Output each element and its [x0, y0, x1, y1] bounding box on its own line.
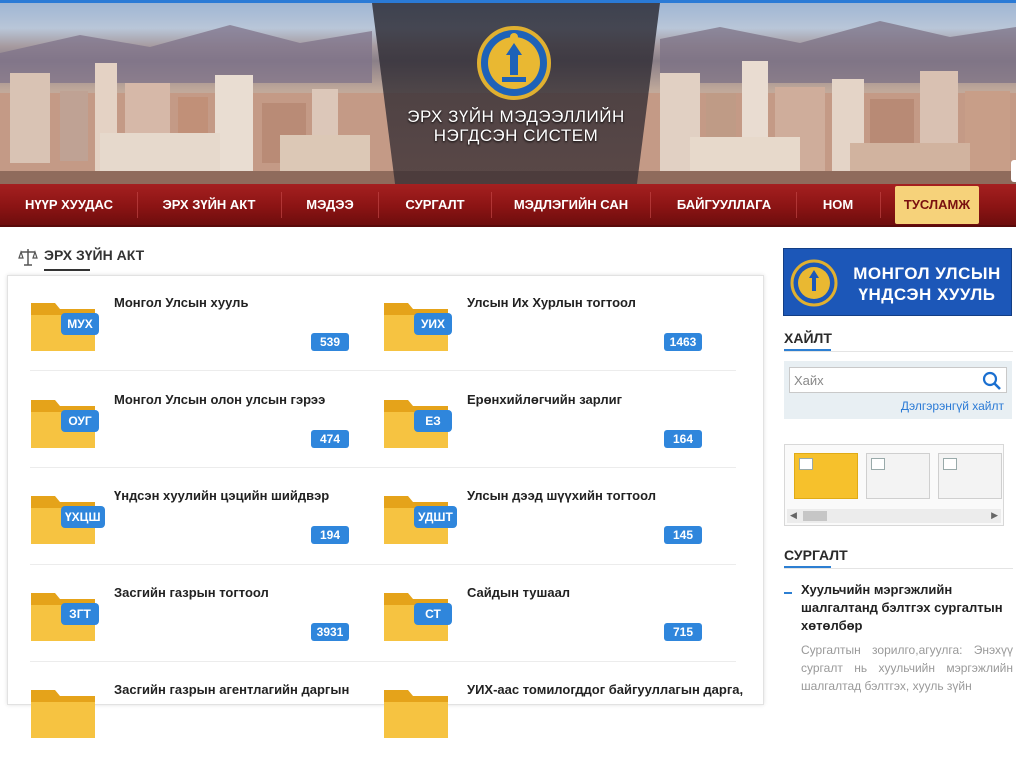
row-divider	[30, 467, 736, 468]
carousel-thumb[interactable]	[866, 453, 930, 499]
category-tag: ОУГ	[61, 410, 99, 432]
training-heading: СУРГАЛТ	[784, 547, 848, 563]
category-label[interactable]: Үндсэн хуулийн цэцийн шийдвэр	[114, 488, 329, 503]
carousel-thumb[interactable]	[938, 453, 1002, 499]
thumbnail-carousel: ◀ ▶	[784, 444, 1004, 526]
category-label[interactable]: Засгийн газрын тогтоол	[114, 585, 269, 600]
category-item[interactable]: УИХ-аас томилогддог байгууллагын дарга,	[382, 682, 743, 762]
nav-training[interactable]: СУРГАЛТ	[393, 184, 477, 225]
nav-separator	[491, 192, 492, 218]
category-label[interactable]: Монгол Улсын олон улсын гэрээ	[114, 392, 325, 407]
category-tag: ҮХЦШ	[61, 506, 105, 528]
search-box: Дэлгэрэнгүй хайлт	[784, 361, 1012, 419]
category-tag: УИХ	[414, 313, 452, 335]
row-divider	[30, 370, 736, 371]
constitution-title: МОНГОЛ УЛСЫН ҮНДСЭН ХУУЛЬ	[847, 263, 1007, 305]
main-navigation: НҮҮР ХУУДАС ЭРХ ЗҮЙН АКТ МЭДЭЭ СУРГАЛТ М…	[0, 184, 1016, 227]
nav-separator	[796, 192, 797, 218]
search-icon[interactable]	[982, 371, 1002, 391]
category-label[interactable]: Улсын дээд шүүхийн тогтоол	[467, 488, 656, 503]
divider	[784, 568, 1013, 569]
count-badge: 194	[311, 526, 349, 544]
section-underline	[44, 269, 90, 271]
nav-knowledge-base[interactable]: МЭДЛЭГИЙН САН	[506, 184, 636, 225]
news-excerpt: Сургалтын зорилго,агуулга: Энэхүү сургал…	[801, 643, 1013, 693]
count-badge: 539	[311, 333, 349, 351]
count-badge: 715	[664, 623, 702, 641]
carousel-thumb[interactable]	[794, 453, 858, 499]
nav-separator	[137, 192, 138, 218]
count-badge: 474	[311, 430, 349, 448]
category-label[interactable]: Сайдын тушаал	[467, 585, 570, 600]
site-title-line2: НЭГДСЭН СИСТЕМ	[433, 126, 599, 145]
category-item[interactable]: СТ Сайдын тушаал 715	[382, 585, 722, 665]
legal-acts-panel: МУХ Монгол Улсын хууль 539 УИХ Улсын Их …	[7, 275, 764, 738]
nav-home[interactable]: НҮҮР ХУУДАС	[16, 184, 122, 225]
category-item[interactable]: ЕЗ Ерөнхийлөгчийн зарлиг 164	[382, 392, 722, 472]
scroll-left-arrow-icon[interactable]: ◀	[790, 510, 797, 521]
site-title-line1: ЭРХ ЗҮЙН МЭДЭЭЛЛИЙН	[407, 107, 625, 126]
broken-image-icon	[799, 458, 813, 470]
category-label[interactable]: Улсын Их Хурлын тогтоол	[467, 295, 636, 310]
category-item[interactable]: МУХ Монгол Улсын хууль 539	[29, 295, 369, 375]
category-item[interactable]: ЗГТ Засгийн газрын тогтоол 3931	[29, 585, 369, 665]
category-tag: ЗГТ	[61, 603, 99, 625]
nav-news[interactable]: МЭДЭЭ	[296, 184, 364, 225]
news-title[interactable]: Хуульчийн мэргэжлийн шалгалтанд бэлтгэх …	[801, 581, 1013, 635]
news-bullet	[784, 592, 792, 594]
scales-icon	[18, 249, 38, 266]
category-label[interactable]: УИХ-аас томилогддог байгууллагын дарга,	[467, 682, 743, 697]
category-item[interactable]: УИХ Улсын Их Хурлын тогтоол 1463	[382, 295, 722, 375]
category-tag: СТ	[414, 603, 452, 625]
category-label[interactable]: Монгол Улсын хууль	[114, 295, 248, 310]
nav-separator	[650, 192, 651, 218]
row-divider	[30, 564, 736, 565]
divider	[784, 351, 1013, 352]
folder-icon	[384, 690, 448, 738]
nav-separator	[281, 192, 282, 218]
scrollbar-thumb[interactable]	[803, 511, 827, 521]
category-tag: МУХ	[61, 313, 99, 335]
constitution-line1: МОНГОЛ УЛСЫН	[853, 264, 1001, 283]
header-banner: ЭРХ ЗҮЙН МЭДЭЭЛЛИЙН НЭГДСЭН СИСТЕМ	[0, 3, 1016, 184]
banner-scroll-indicator	[1011, 160, 1016, 182]
category-item[interactable]: УДШТ Улсын дээд шүүхийн тогтоол 145	[382, 488, 722, 568]
category-item[interactable]: ҮХЦШ Үндсэн хуулийн цэцийн шийдвэр 194	[29, 488, 369, 568]
category-item[interactable]: ОУГ Монгол Улсын олон улсын гэрээ 474	[29, 392, 369, 472]
category-label[interactable]: Ерөнхийлөгчийн зарлиг	[467, 392, 622, 407]
broken-image-icon	[871, 458, 885, 470]
folder-icon	[31, 690, 95, 738]
category-item[interactable]: Засгийн газрын агентлагийн даргын	[29, 682, 369, 762]
constitution-banner[interactable]: МОНГОЛ УЛСЫН ҮНДСЭН ХУУЛЬ	[783, 248, 1012, 316]
mongolia-emblem-small	[790, 259, 838, 307]
nav-books[interactable]: НОМ	[811, 184, 865, 225]
nav-separator	[880, 192, 881, 218]
scroll-right-arrow-icon[interactable]: ▶	[991, 510, 998, 521]
count-badge: 3931	[311, 623, 349, 641]
nav-legal-acts[interactable]: ЭРХ ЗҮЙН АКТ	[152, 184, 266, 225]
nav-separator	[378, 192, 379, 218]
site-title: ЭРХ ЗҮЙН МЭДЭЭЛЛИЙН НЭГДСЭН СИСТЕМ	[372, 107, 660, 145]
category-label[interactable]: Засгийн газрын агентлагийн даргын	[114, 682, 349, 697]
nav-organizations[interactable]: БАЙГУУЛЛАГА	[665, 184, 783, 225]
advanced-search-link[interactable]: Дэлгэрэнгүй хайлт	[901, 399, 1004, 413]
row-divider	[30, 661, 736, 662]
category-tag: УДШТ	[414, 506, 457, 528]
mongolia-emblem	[477, 26, 551, 100]
broken-image-icon	[943, 458, 957, 470]
horizontal-scrollbar[interactable]: ◀ ▶	[787, 509, 1001, 523]
count-badge: 145	[664, 526, 702, 544]
section-title: ЭРХ ЗҮЙН АКТ	[44, 247, 145, 263]
count-badge: 164	[664, 430, 702, 448]
search-heading: ХАЙЛТ	[784, 330, 832, 346]
count-badge: 1463	[664, 333, 702, 351]
category-tag: ЕЗ	[414, 410, 452, 432]
nav-help[interactable]: ТУСЛАМЖ	[895, 186, 979, 224]
search-input[interactable]	[789, 367, 1007, 393]
constitution-line2: ҮНДСЭН ХУУЛЬ	[858, 285, 996, 304]
